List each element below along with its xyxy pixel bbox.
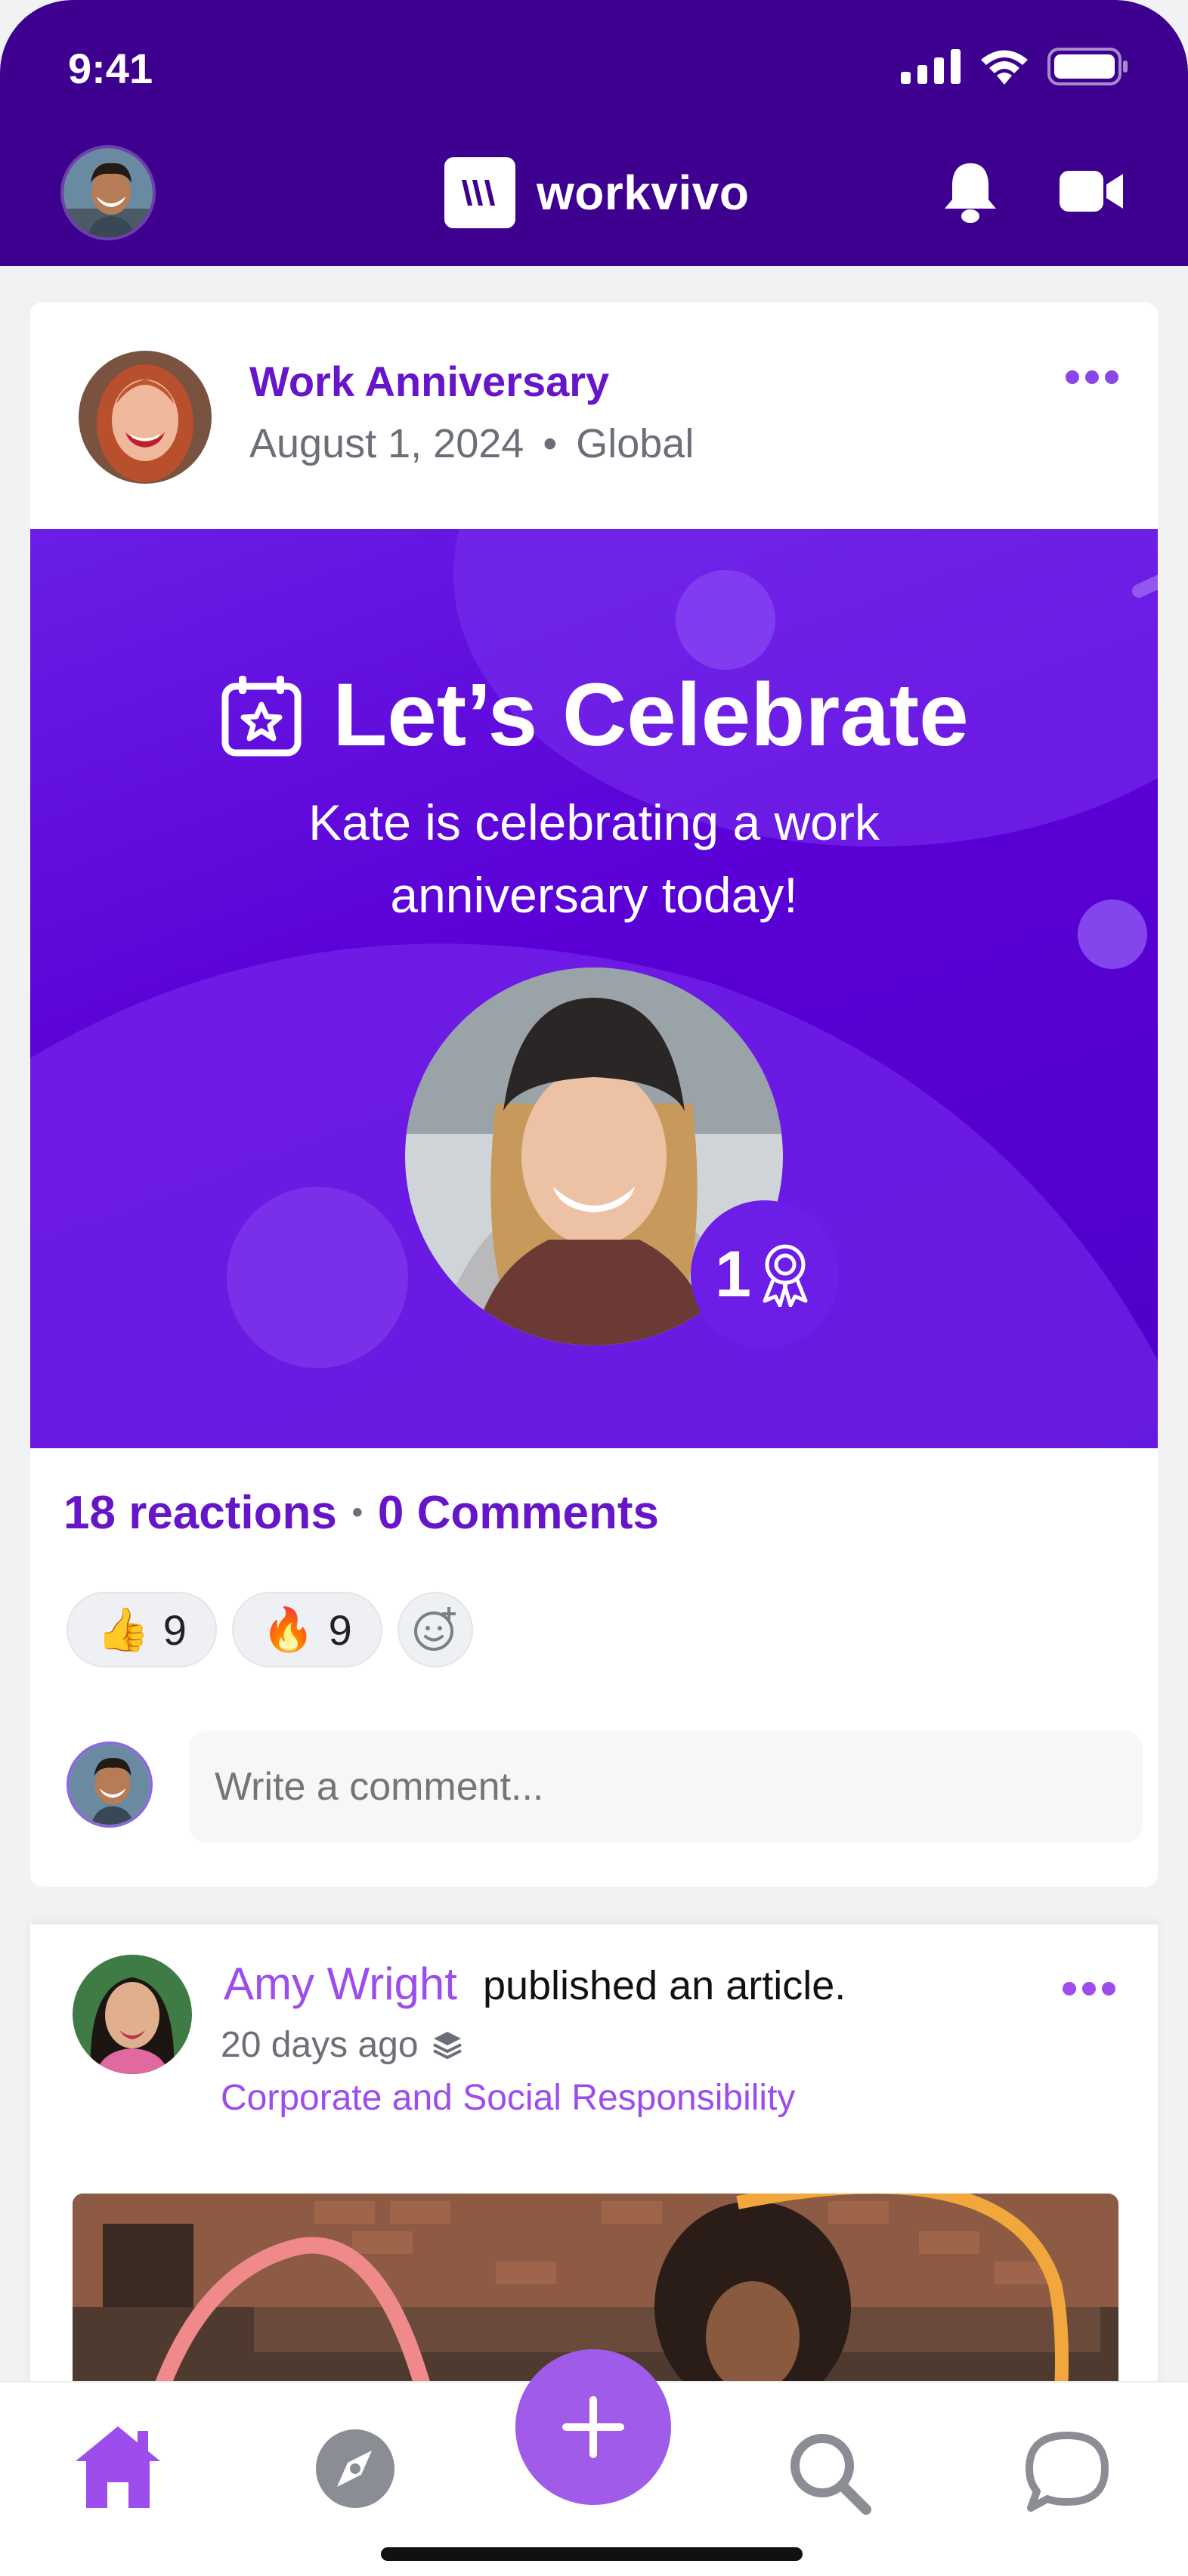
article-action: published an article. (482, 1963, 846, 2008)
more-options-icon[interactable] (1066, 370, 1118, 384)
banner-subtitle-line1: Kate is celebrating a work (308, 794, 880, 850)
post-author-image (79, 351, 212, 484)
anniversary-badge: 1 (691, 1200, 839, 1348)
brand: workvivo (444, 157, 749, 228)
article-headline: Amy Wright published an article. (224, 1958, 846, 2010)
celebration-banner: Let’s Celebrate Kate is celebrating a wo… (30, 529, 1158, 1448)
reaction-chips: 👍 9 🔥 9 (67, 1592, 473, 1667)
bell-icon[interactable] (943, 160, 998, 225)
status-icons (901, 47, 1129, 86)
fire-icon: 🔥 (261, 1605, 315, 1653)
app-header: 9:41 workvivo (0, 0, 1188, 266)
article-time: 20 days ago (221, 2025, 419, 2065)
post-author-avatar[interactable] (79, 351, 212, 484)
add-emoji-icon (413, 1607, 456, 1651)
add-reaction-button[interactable] (397, 1592, 473, 1667)
reaction-chip-fire[interactable]: 🔥 9 (231, 1592, 382, 1667)
calendar-star-icon (221, 676, 302, 757)
layers-icon (432, 2031, 462, 2059)
article-author-avatar[interactable] (73, 1955, 192, 2074)
article-category[interactable]: Corporate and Social Responsibility (221, 2077, 795, 2119)
article-author-image (73, 1955, 192, 2074)
wifi-icon (981, 50, 1028, 85)
compass-icon[interactable] (314, 2428, 396, 2509)
chat-bubble-icon[interactable] (1025, 2431, 1109, 2513)
comments-count[interactable]: 0 Comments (378, 1486, 659, 1540)
user-avatar[interactable] (60, 145, 156, 240)
reaction-count: 9 (328, 1605, 352, 1654)
thumbs-up-icon: 👍 (97, 1605, 150, 1653)
signal-icon (901, 49, 961, 84)
app-screen: 9:41 workvivo Work Anniversary August 1,… (0, 0, 1188, 2576)
banner-title-row: Let’s Celebrate (30, 664, 1158, 766)
brand-name: workvivo (537, 166, 750, 220)
post-title[interactable]: Work Anniversary (249, 357, 609, 406)
reaction-count: 9 (162, 1605, 187, 1654)
banner-subtitle: Kate is celebrating a work anniversary t… (30, 786, 1158, 931)
battery-icon (1047, 48, 1128, 85)
post-meta: August 1, 2024 • Global (249, 420, 694, 467)
meta-separator: • (543, 421, 558, 466)
status-time: 9:41 (68, 45, 153, 92)
create-post-button[interactable] (515, 2349, 671, 2505)
home-indicator (381, 2547, 803, 2561)
workvivo-logo-icon (444, 157, 515, 228)
home-icon[interactable] (71, 2423, 165, 2511)
plus-icon (562, 2396, 624, 2458)
post-audience: Global (576, 421, 695, 466)
post-date: August 1, 2024 (249, 421, 524, 466)
reactions-count[interactable]: 18 reactions (63, 1486, 337, 1540)
video-call-icon[interactable] (1060, 168, 1123, 215)
article-author-name[interactable]: Amy Wright (224, 1958, 457, 2010)
article-meta: 20 days ago (221, 2024, 464, 2066)
comment-input[interactable] (189, 1731, 1143, 1843)
post-card-anniversary: Work Anniversary August 1, 2024 • Global (30, 302, 1158, 1887)
search-icon[interactable] (787, 2431, 872, 2516)
user-avatar-image (63, 148, 153, 237)
badge-years: 1 (715, 1237, 751, 1311)
banner-title: Let’s Celebrate (333, 665, 969, 765)
commenter-avatar-image (70, 1745, 150, 1825)
reactions-summary: 18 reactions • 0 Comments (63, 1486, 659, 1540)
reaction-chip-thumbs-up[interactable]: 👍 9 (67, 1592, 217, 1667)
banner-subtitle-line2: anniversary today! (390, 867, 798, 923)
award-ribbon-icon (763, 1244, 808, 1307)
reactions-separator: • (351, 1496, 363, 1529)
more-options-icon[interactable] (1063, 1982, 1115, 1995)
commenter-avatar (67, 1742, 153, 1828)
